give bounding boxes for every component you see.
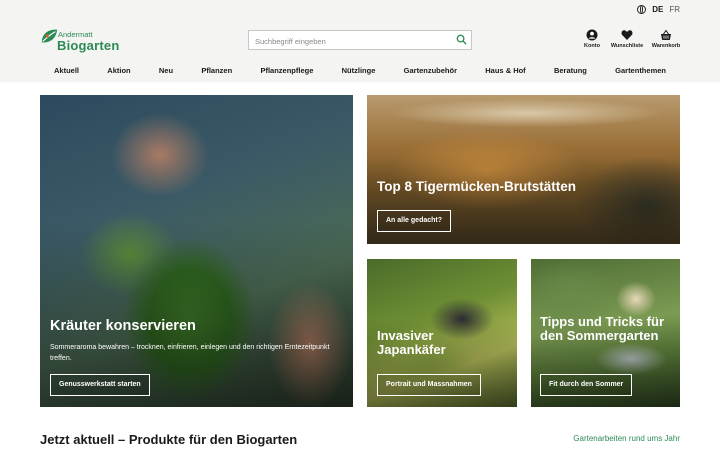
search-box xyxy=(248,30,472,51)
section-title: Jetzt aktuell – Produkte für den Biogart… xyxy=(40,432,298,447)
nav-item-pflanzen[interactable]: Pflanzen xyxy=(201,66,232,75)
globe-icon xyxy=(637,5,647,14)
nav-item-nuetzlinge[interactable]: Nützlinge xyxy=(342,66,376,75)
basket-icon xyxy=(661,29,671,40)
heart-icon xyxy=(621,30,633,40)
teaser-cta-button[interactable]: An alle gedacht? xyxy=(377,210,452,232)
teaser-title: Kräuter konservieren xyxy=(50,318,196,334)
search-input[interactable] xyxy=(249,32,439,51)
nav-item-beratung[interactable]: Beratung xyxy=(554,66,587,75)
main-nav: Aktuell Aktion Neu Pflanzen Pflanzenpfle… xyxy=(40,62,680,78)
nav-item-neu[interactable]: Neu xyxy=(159,66,173,75)
logo-line2: Biogarten xyxy=(57,38,120,53)
wishlist-label: Wunschliste xyxy=(610,43,644,49)
account-label: Konto xyxy=(584,43,600,49)
nav-item-aktion[interactable]: Aktion xyxy=(107,66,130,75)
nav-item-aktuell[interactable]: Aktuell xyxy=(54,66,79,75)
user-icon xyxy=(586,29,598,41)
teaser-cta-button[interactable]: Genusswerkstatt starten xyxy=(50,374,150,396)
teaser-title: Invasiver Japankäfer xyxy=(377,328,446,358)
language-switcher: DE FR xyxy=(637,5,680,14)
nav-item-pflanzenpflege[interactable]: Pflanzenpflege xyxy=(260,66,313,75)
nav-item-haus-hof[interactable]: Haus & Hof xyxy=(485,66,525,75)
teaser-title: Top 8 Tigermücken-Brutstätten xyxy=(377,179,577,194)
teaser-cta-button[interactable]: Portrait und Massnahmen xyxy=(377,374,481,396)
wishlist-button[interactable]: Wunschliste xyxy=(607,29,647,49)
teaser-summer[interactable]: Tipps und Tricks für den Sommergarten Fi… xyxy=(531,259,680,407)
account-button[interactable]: Konto xyxy=(572,29,612,49)
teaser-mosquito[interactable]: Top 8 Tigermücken-Brutstätten An alle ge… xyxy=(367,95,680,244)
teaser-beetle[interactable]: Invasiver Japankäfer Portrait und Massna… xyxy=(367,259,517,407)
teaser-title: Tipps und Tricks für den Sommergarten xyxy=(540,314,665,344)
logo[interactable]: Andermatt Biogarten xyxy=(40,27,120,55)
language-de[interactable]: DE xyxy=(652,5,663,14)
teaser-text: Sommeraroma bewahren – trocknen, einfrie… xyxy=(50,344,330,362)
teaser-herbs[interactable]: Kräuter konservieren Sommeraroma bewahre… xyxy=(40,95,353,407)
search-icon[interactable] xyxy=(456,34,467,45)
language-fr[interactable]: FR xyxy=(669,5,680,14)
cart-button[interactable]: Warenkorb xyxy=(646,29,686,49)
nav-item-gartenthemen[interactable]: Gartenthemen xyxy=(615,66,666,75)
leaf-logo-icon xyxy=(41,29,58,43)
section-link[interactable]: Gartenarbeiten rund ums Jahr xyxy=(573,434,680,443)
teaser-cta-button[interactable]: Fit durch den Sommer xyxy=(540,374,633,396)
cart-label: Warenkorb xyxy=(651,43,681,49)
nav-item-gartenzubehoer[interactable]: Gartenzubehör xyxy=(404,66,457,75)
